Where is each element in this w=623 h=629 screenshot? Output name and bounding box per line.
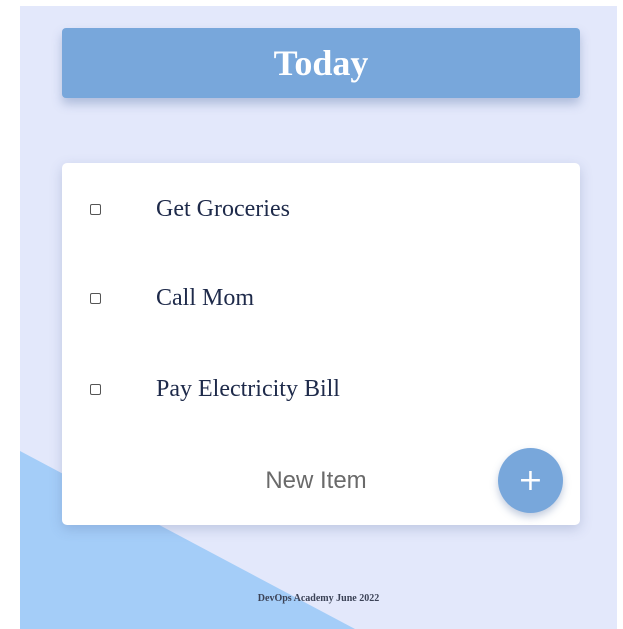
list-item[interactable]: Pay Electricity Bill <box>62 369 580 409</box>
list-item[interactable]: Call Mom <box>62 278 580 318</box>
list-item[interactable]: Get Groceries <box>62 189 580 229</box>
todo-list-card: Get Groceries Call Mom Pay Electricity B… <box>62 163 580 525</box>
item-label: Pay Electricity Bill <box>156 376 340 402</box>
page-title: Today <box>273 43 369 83</box>
app-background: Today Get Groceries Call Mom Pay Electri… <box>20 6 617 629</box>
add-item-button[interactable]: + <box>498 448 563 513</box>
plus-icon: + <box>517 463 544 498</box>
heading-box: Today <box>62 28 580 98</box>
footer-credit: DevOps Academy June 2022 <box>257 593 380 604</box>
item-checkbox[interactable] <box>90 292 101 304</box>
new-item-input[interactable] <box>156 463 476 499</box>
item-checkbox[interactable] <box>90 383 101 395</box>
item-checkbox[interactable] <box>90 203 101 215</box>
item-label: Call Mom <box>156 285 255 311</box>
item-label: Get Groceries <box>156 196 290 222</box>
